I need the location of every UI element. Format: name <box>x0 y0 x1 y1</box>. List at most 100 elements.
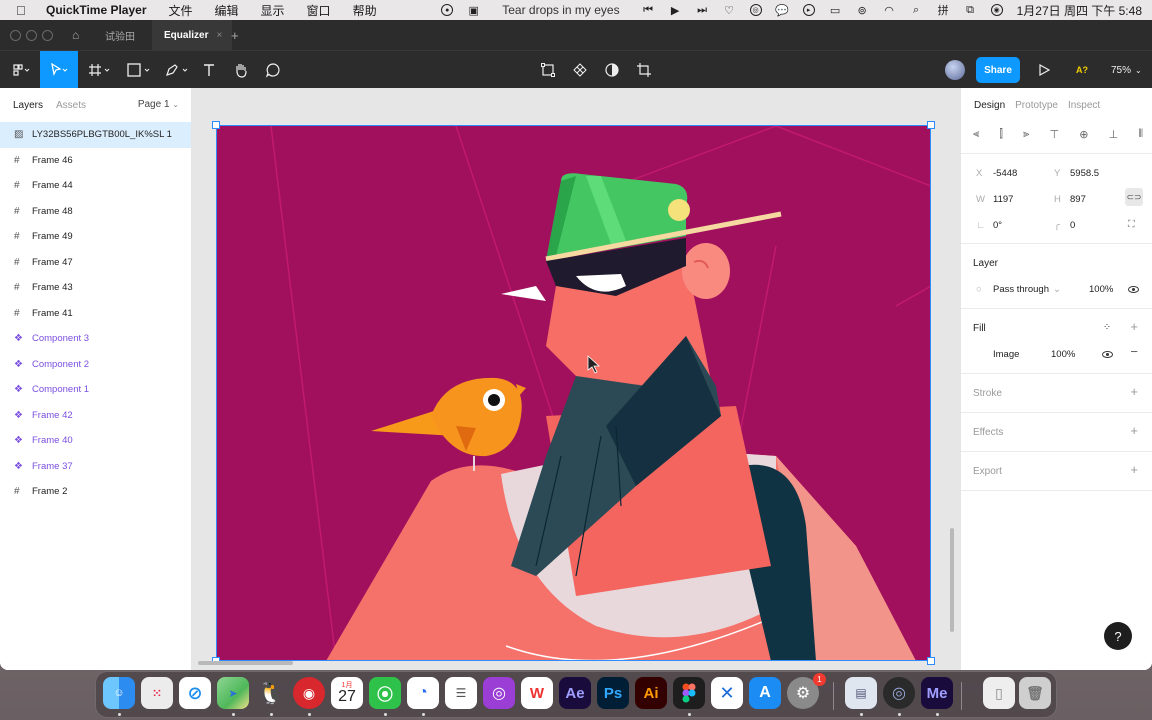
dock-finder[interactable]: ☺ <box>103 677 135 709</box>
dock-netease-music[interactable]: ◉ <box>293 677 325 709</box>
wifi-icon[interactable]: ◠ <box>883 4 896 17</box>
align-bottom-icon[interactable]: ⊥ <box>1109 128 1119 142</box>
menu-view[interactable]: 显示 <box>261 2 285 19</box>
tab-design[interactable]: Design <box>974 100 1005 111</box>
minimize-window-button[interactable] <box>26 30 37 41</box>
layer-item[interactable]: ❖ Frame 40 <box>0 428 191 454</box>
now-playing-song[interactable]: Tear drops in my eyes <box>502 3 619 17</box>
menu-file[interactable]: 文件 <box>169 2 193 19</box>
height-field[interactable]: 897 <box>1070 194 1086 205</box>
transform-tool-button[interactable] <box>538 51 558 89</box>
dock-reminders[interactable]: ☰ <box>445 677 477 709</box>
dock-wechat[interactable]: ⦿ <box>369 677 401 709</box>
layer-item[interactable]: # Frame 46 <box>0 148 191 174</box>
music-app-icon[interactable]: ▣ <box>467 4 480 17</box>
comment-tool-button[interactable] <box>262 51 284 89</box>
zoom-dropdown[interactable]: 75% ⌄ <box>1111 51 1142 89</box>
play-circle-icon[interactable]: ▸ <box>802 4 815 16</box>
dock-quicktime[interactable]: ◎ <box>883 677 915 709</box>
layer-item[interactable]: # Frame 41 <box>0 301 191 327</box>
home-icon[interactable]: ⌂ <box>72 20 79 50</box>
y-field[interactable]: 5958.5 <box>1070 168 1099 179</box>
eye-icon[interactable] <box>1102 351 1113 358</box>
selected-image-layer[interactable] <box>216 126 931 661</box>
tab-prototype[interactable]: Prototype <box>1015 100 1058 111</box>
dock-app-store[interactable]: A <box>749 677 781 709</box>
layer-item[interactable]: ❖ Frame 37 <box>0 454 191 480</box>
layer-item[interactable]: # Frame 47 <box>0 250 191 276</box>
zoom-window-button[interactable] <box>42 30 53 41</box>
x-field[interactable]: -5448 <box>993 168 1017 179</box>
layer-item[interactable]: # Frame 2 <box>0 479 191 505</box>
fill-type-label[interactable]: Image <box>993 349 1019 360</box>
dock-media-encoder[interactable]: Me <box>921 677 953 709</box>
align-center-horizontal-icon[interactable]: ⫿ <box>999 128 1003 142</box>
battery-icon[interactable]: ▭ <box>829 4 842 17</box>
dock-calendar[interactable]: 1月 27 <box>331 677 363 709</box>
dock-wps[interactable]: W <box>521 677 553 709</box>
dock-preview[interactable]: ▤ <box>845 677 877 709</box>
tab-file-1[interactable]: 试验田 <box>105 20 135 50</box>
share-button[interactable]: Share <box>976 57 1020 83</box>
resize-handle-top-left[interactable] <box>212 121 220 129</box>
main-menu-button[interactable] <box>6 51 36 89</box>
input-method-icon[interactable]: 拼 <box>937 4 950 17</box>
tab-close-icon[interactable]: × <box>216 30 222 41</box>
siri-icon[interactable]: ◉ <box>990 4 1003 16</box>
independent-corners-icon[interactable]: ⛶ <box>1128 219 1135 230</box>
move-tool-button[interactable] <box>40 51 78 89</box>
add-effect-icon[interactable]: + <box>1130 423 1138 438</box>
heart-icon[interactable]: ♡ <box>723 4 736 17</box>
frame-tool-button[interactable] <box>85 51 115 89</box>
layer-opacity-field[interactable]: 100% <box>1089 284 1113 295</box>
layer-item[interactable]: ❖ Component 2 <box>0 352 191 378</box>
tab-assets[interactable]: Assets <box>56 100 86 111</box>
dock-document[interactable]: ▯ <box>983 677 1015 709</box>
layer-item[interactable]: ❖ Frame 42 <box>0 403 191 429</box>
horizontal-scrollbar[interactable] <box>198 661 293 665</box>
add-stroke-icon[interactable]: + <box>1130 384 1138 399</box>
next-track-icon[interactable]: ⏭ <box>696 4 709 17</box>
dock-qq[interactable]: 🐧 <box>255 677 287 709</box>
netease-icon[interactable]: ◎ <box>749 4 762 16</box>
add-export-icon[interactable]: + <box>1130 462 1138 477</box>
eye-icon[interactable] <box>1128 286 1139 293</box>
font-warning-button[interactable]: A? <box>1070 51 1094 89</box>
control-center-icon[interactable]: ⧉ <box>964 4 977 17</box>
menu-app-name[interactable]: QuickTime Player <box>46 3 147 17</box>
design-canvas[interactable] <box>192 88 960 670</box>
help-button[interactable]: ? <box>1104 622 1132 650</box>
align-right-icon[interactable]: ⫸ <box>1023 128 1029 142</box>
dock-maps[interactable]: ➤ <box>217 677 249 709</box>
dock-launchpad[interactable]: ⁙ <box>141 677 173 709</box>
dock-safari[interactable]: ⊘ <box>179 677 211 709</box>
user-avatar[interactable] <box>945 60 965 80</box>
pen-tool-button[interactable] <box>162 51 192 89</box>
mask-tool-button[interactable] <box>602 51 622 89</box>
record-icon[interactable]: ● <box>441 4 454 16</box>
dock-trash[interactable]: 🗑 <box>1019 677 1051 709</box>
apple-menu-icon[interactable]:  <box>16 3 32 18</box>
component-tool-button[interactable] <box>570 51 590 89</box>
distribute-icon[interactable]: ⫴ <box>1138 128 1143 142</box>
search-icon[interactable]: ⌕ <box>910 4 923 17</box>
width-field[interactable]: 1197 <box>993 194 1013 205</box>
corner-radius-field[interactable]: 0 <box>1070 220 1075 231</box>
layer-item[interactable]: ▨ LY32BS56PLBGTB00L_IK%SL 1 <box>0 122 191 148</box>
dock-photoshop[interactable]: Ps <box>597 677 629 709</box>
tab-file-2[interactable]: Equalizer × <box>152 20 232 50</box>
align-center-vertical-icon[interactable]: ⊕ <box>1079 128 1088 142</box>
remove-fill-icon[interactable]: − <box>1130 344 1138 359</box>
dock-after-effects[interactable]: Ae <box>559 677 591 709</box>
dock-lark[interactable]: ◔ <box>407 677 439 709</box>
dock-illustrator[interactable]: Ai <box>635 677 667 709</box>
play-icon[interactable]: ▶ <box>669 4 682 17</box>
constrain-proportions-icon[interactable]: ⊂⊃ <box>1125 188 1143 206</box>
tab-layers[interactable]: Layers <box>13 100 43 111</box>
menu-window[interactable]: 窗口 <box>307 2 331 19</box>
align-top-icon[interactable]: ⊤ <box>1049 128 1059 142</box>
layer-item[interactable]: # Frame 43 <box>0 275 191 301</box>
control-icon[interactable]: ⊚ <box>856 4 869 17</box>
page-selector[interactable]: Page 1 ⌄ <box>138 99 179 110</box>
layer-item[interactable]: ❖ Component 1 <box>0 377 191 403</box>
